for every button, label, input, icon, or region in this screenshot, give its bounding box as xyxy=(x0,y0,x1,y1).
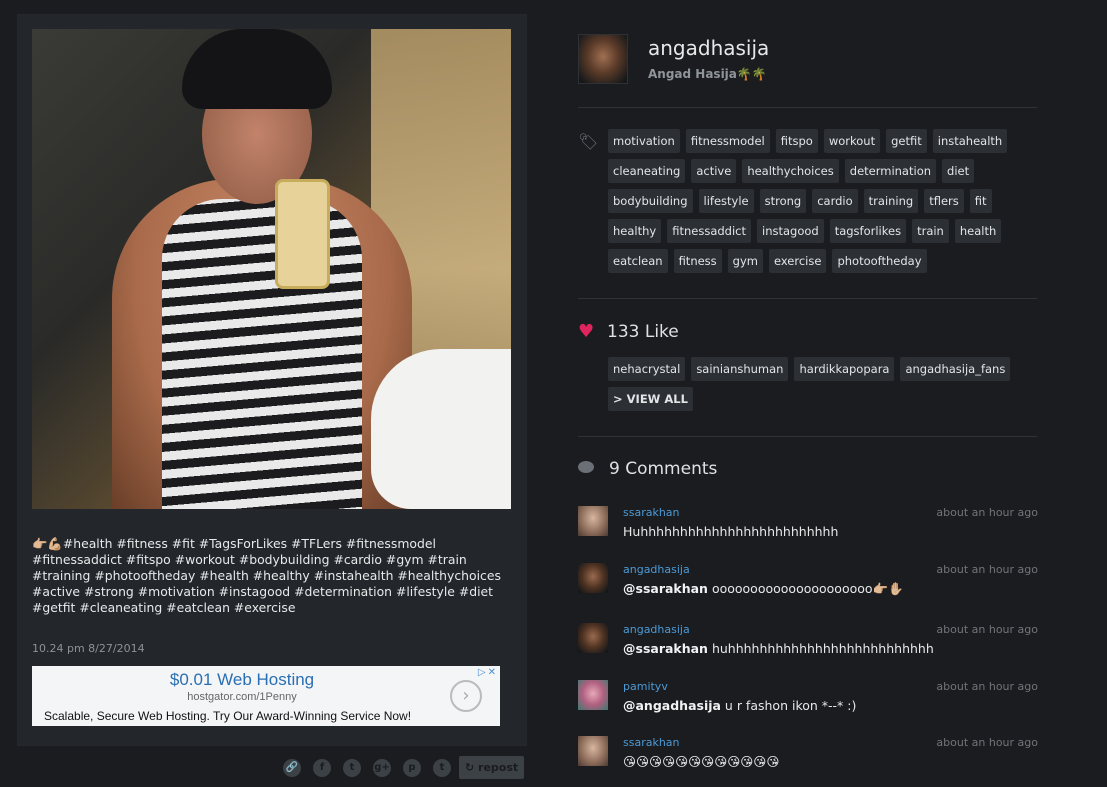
tag-chip[interactable]: fitspo xyxy=(775,129,818,153)
liker-chip[interactable]: nehacrystal xyxy=(608,357,686,381)
comment-text: Huhhhhhhhhhhhhhhhhhhhhhhhhh xyxy=(623,524,838,539)
facebook-icon[interactable]: f xyxy=(313,758,331,777)
tag-chip[interactable]: cleaneating xyxy=(608,159,686,183)
liker-list: nehacrystal sainianshuman hardikkapopara an… xyxy=(608,357,1038,417)
share-bar: 🔗 f t g+ p t ↻ repost xyxy=(283,756,525,779)
comment-avatar[interactable] xyxy=(578,736,608,766)
tag-chip[interactable]: determination xyxy=(844,159,937,183)
ad-choices-icon[interactable]: ▷✕ xyxy=(478,667,498,678)
comment-text: @angadhasija u r fashon ikon *--* :) xyxy=(623,698,856,713)
comment-avatar[interactable] xyxy=(578,623,608,653)
view-all-likes-button[interactable]: > VIEW ALL xyxy=(608,387,693,411)
ad-description[interactable]: Scalable, Secure Web Hosting. Try Our Aw… xyxy=(44,709,411,723)
comment-username[interactable]: angadhasija xyxy=(623,563,690,576)
post-card: 👉🏼💪🏼#health #fitness #fit #TagsForLikes … xyxy=(17,14,527,746)
tag-chip[interactable]: tflers xyxy=(924,189,964,213)
comment-time: about an hour ago xyxy=(936,736,1038,749)
likes-count: 133 Like xyxy=(607,322,679,342)
comments-count: 9 Comments xyxy=(609,459,718,479)
tag-chip[interactable]: eatclean xyxy=(608,249,668,273)
comment-body: ooooooooooooooooooooo👉🏼✋🏼 xyxy=(707,581,904,596)
username[interactable]: angadhasija xyxy=(648,36,769,60)
divider xyxy=(578,107,1037,108)
comment-username[interactable]: ssarakhan xyxy=(623,506,680,519)
pinterest-icon[interactable]: p xyxy=(403,758,421,777)
comment-text: @ssarakhan ooooooooooooooooooooo👉🏼✋🏼 xyxy=(623,581,904,597)
ad-banner[interactable]: $0.01 Web Hosting hostgator.com/1Penny S… xyxy=(32,666,500,726)
liker-chip[interactable]: angadhasija_fans xyxy=(900,357,1011,381)
twitter-icon[interactable]: t xyxy=(343,758,361,777)
post-caption: 👉🏼💪🏼#health #fitness #fit #TagsForLikes … xyxy=(32,536,501,615)
tag-chip[interactable]: gym xyxy=(727,249,763,273)
tag-chip[interactable]: photooftheday xyxy=(832,249,927,273)
tumblr-icon[interactable]: t xyxy=(433,758,451,777)
tag-chip[interactable]: strong xyxy=(759,189,807,213)
comment-time: about an hour ago xyxy=(936,563,1038,576)
tag-chip[interactable]: instagood xyxy=(757,219,824,243)
divider xyxy=(578,436,1037,437)
ad-url[interactable]: hostgator.com/1Penny xyxy=(32,691,452,703)
comment-avatar[interactable] xyxy=(578,506,608,536)
tag-chip[interactable]: motivation xyxy=(608,129,680,153)
comment-time: about an hour ago xyxy=(936,506,1038,519)
comment-mention[interactable]: @ssarakhan xyxy=(623,581,708,596)
photo-phone xyxy=(275,179,330,289)
tag-chip[interactable]: fitnessmodel xyxy=(685,129,770,153)
tag-chip[interactable]: tagsforlikes xyxy=(829,219,907,243)
comment-mention[interactable]: @angadhasija xyxy=(623,698,721,713)
tag-chip[interactable]: healthychoices xyxy=(742,159,839,183)
comment-body: 😘😘😘😘😘😘😘😘😘😘😘😘 xyxy=(623,754,780,769)
ad-arrow-icon[interactable]: › xyxy=(450,680,482,712)
comment-time: about an hour ago xyxy=(936,623,1038,636)
tag-chip[interactable]: healthy xyxy=(608,219,662,243)
tag-chip[interactable]: lifestyle xyxy=(698,189,754,213)
comment-time: about an hour ago xyxy=(936,680,1038,693)
tag-chip[interactable]: active xyxy=(691,159,737,183)
tag-chip[interactable]: exercise xyxy=(768,249,827,273)
repost-button[interactable]: ↻ repost xyxy=(459,756,525,779)
tag-chip[interactable]: train xyxy=(912,219,949,243)
comment-body: u r fashon ikon *--* :) xyxy=(720,698,857,713)
heart-icon[interactable]: ♥ xyxy=(578,321,594,342)
comment-username[interactable]: angadhasija xyxy=(623,623,690,636)
comment-text: @ssarakhan huhhhhhhhhhhhhhhhhhhhhhhhhhh xyxy=(623,641,934,656)
liker-chip[interactable]: sainianshuman xyxy=(691,357,789,381)
tag-chip[interactable]: health xyxy=(954,219,1002,243)
tag-chip[interactable]: instahealth xyxy=(932,129,1008,153)
comment-username[interactable]: ssarakhan xyxy=(623,736,680,749)
tag-icon: 🏷 xyxy=(578,132,599,151)
photo-sink xyxy=(371,349,511,509)
tag-chip[interactable]: fitnessaddict xyxy=(667,219,751,243)
ad-title[interactable]: $0.01 Web Hosting xyxy=(32,670,452,690)
tag-chip[interactable]: bodybuilding xyxy=(608,189,693,213)
tag-chip[interactable]: fitness xyxy=(673,249,722,273)
comment-body: Huhhhhhhhhhhhhhhhhhhhhhhhhh xyxy=(623,524,839,539)
comment-mention[interactable]: @ssarakhan xyxy=(623,641,708,656)
post-timestamp: 10.24 pm 8/27/2014 xyxy=(32,642,145,655)
link-icon[interactable]: 🔗 xyxy=(283,758,301,777)
tag-chip[interactable]: cardio xyxy=(812,189,858,213)
google-plus-icon[interactable]: g+ xyxy=(373,758,391,777)
post-photo[interactable] xyxy=(32,29,511,509)
comment-body: huhhhhhhhhhhhhhhhhhhhhhhhhhh xyxy=(707,641,934,656)
tag-chip[interactable]: fit xyxy=(969,189,992,213)
tag-chip[interactable]: getfit xyxy=(886,129,927,153)
tag-chip[interactable]: workout xyxy=(823,129,881,153)
photo-tank-top xyxy=(162,199,362,509)
comment-text: 😘😘😘😘😘😘😘😘😘😘😘😘 xyxy=(623,754,779,769)
avatar[interactable] xyxy=(578,34,628,84)
comment-username[interactable]: pamityv xyxy=(623,680,668,693)
comment-bubble-icon xyxy=(578,461,594,473)
comment-avatar[interactable] xyxy=(578,680,608,710)
comment-avatar[interactable] xyxy=(578,563,608,593)
tag-list: motivation fitnessmodel fitspo workout getfi… xyxy=(608,129,1028,279)
full-name: Angad Hasija🌴🌴 xyxy=(648,67,767,81)
photo-cap xyxy=(182,29,332,109)
liker-chip[interactable]: hardikkapopara xyxy=(794,357,895,381)
divider xyxy=(578,298,1037,299)
tag-chip[interactable]: diet xyxy=(942,159,975,183)
tag-chip[interactable]: training xyxy=(863,189,919,213)
